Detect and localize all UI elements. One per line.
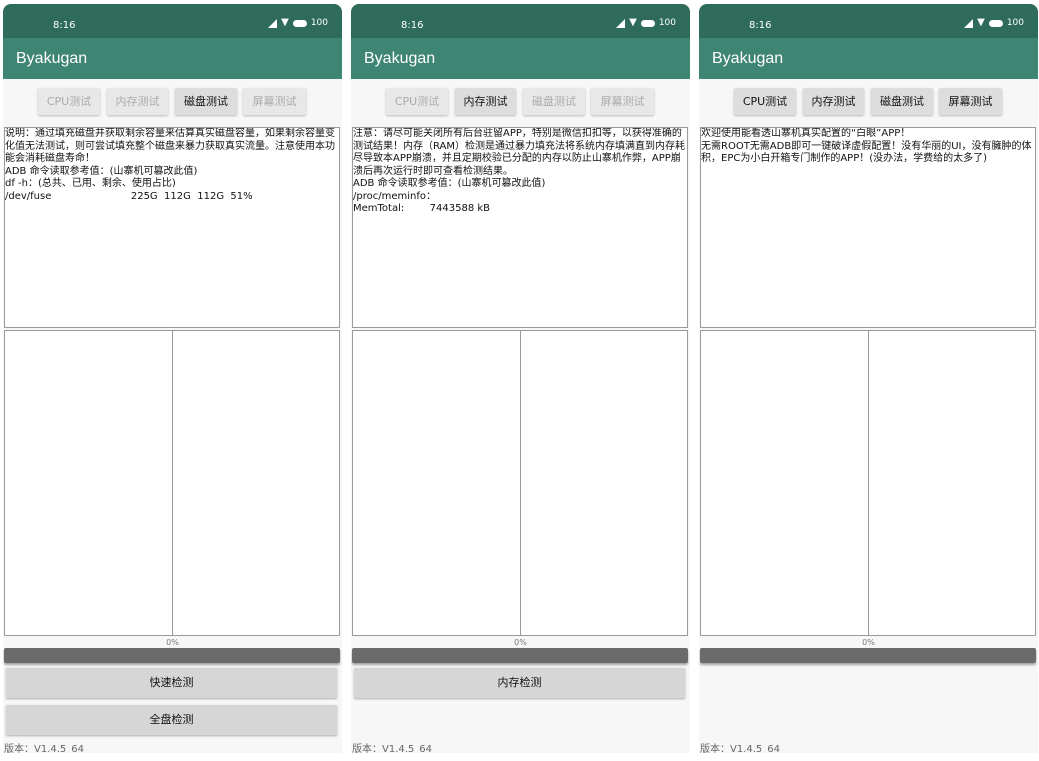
app-bar: Byakugan <box>699 38 1038 79</box>
app-bar: Byakugan <box>3 38 342 79</box>
info-line: /dev/fuse 225G 112G 112G 51% <box>5 190 253 202</box>
battery-level: 100 <box>310 18 328 28</box>
version-label: 版本：V1.4.5_64 <box>352 744 433 753</box>
tab-cpu[interactable]: CPU测试 <box>734 88 796 115</box>
tab-memory[interactable]: 内存测试 <box>803 88 864 115</box>
tab-screen[interactable]: 屏幕测试 <box>243 88 306 115</box>
cellular-signal-icon <box>964 18 974 28</box>
tab-disk[interactable]: 磁盘测试 <box>523 88 585 115</box>
full-disk-check-button[interactable]: 全盘检测 <box>6 705 337 735</box>
tab-cpu[interactable]: CPU测试 <box>386 88 448 115</box>
version-label: 版本：V1.4.5_64 <box>700 744 781 753</box>
info-text-area[interactable]: 欢迎使用能看透山寨机真实配置的“白眼”APP！ 无需ROOT无需ADB即可一键破… <box>700 127 1036 328</box>
battery-icon <box>640 19 655 27</box>
progress-bar <box>352 648 688 663</box>
info-line: 注意：请尽可能关闭所有后台驻留APP，特别是微信扣扣等，以获得准确的测试结果！内… <box>353 128 686 177</box>
info-line: ADB 命令读取参考值：(山寨机可篡改此值) <box>353 178 546 189</box>
tab-screen[interactable]: 屏幕测试 <box>591 88 654 115</box>
progress-bar <box>700 648 1036 663</box>
phone-screen-welcome: 8:16 ▼ 100 Byakugan CPU测试 内存测试 磁盘测试 屏幕测试… <box>699 4 1038 753</box>
wifi-icon: ▼ <box>629 17 637 28</box>
progress-percent: 0% <box>166 638 179 647</box>
progress-percent: 0% <box>514 638 527 647</box>
status-bar: 8:16 ▼ 100 <box>3 4 342 38</box>
info-line: /proc/meminfo： <box>353 190 436 202</box>
cellular-signal-icon <box>268 18 278 28</box>
tab-bar: CPU测试 内存测试 磁盘测试 屏幕测试 <box>699 79 1038 125</box>
app-title: Byakugan <box>364 50 436 67</box>
wifi-icon: ▼ <box>977 17 985 28</box>
info-line: df -h：(总共、已用、剩余、使用占比) <box>5 178 176 189</box>
result-grid <box>4 330 340 636</box>
grid-divider <box>172 331 173 635</box>
battery-icon <box>292 19 307 27</box>
info-line: 说明：通过填充磁盘并获取剩余容量来估算真实磁盘容量，如果剩余容量变化值无法测试，… <box>5 128 335 164</box>
tab-cpu[interactable]: CPU测试 <box>38 88 100 115</box>
result-grid <box>700 330 1036 636</box>
tab-disk[interactable]: 磁盘测试 <box>175 88 237 115</box>
memory-check-button[interactable]: 内存检测 <box>354 668 685 698</box>
grid-divider <box>868 331 869 635</box>
status-bar: 8:16 ▼ 100 <box>351 4 690 38</box>
app-title: Byakugan <box>712 50 784 67</box>
status-time: 8:16 <box>401 20 424 31</box>
status-time: 8:16 <box>749 20 772 31</box>
app-title: Byakugan <box>16 50 88 67</box>
tab-bar: CPU测试 内存测试 磁盘测试 屏幕测试 <box>351 79 690 125</box>
battery-level: 100 <box>658 18 676 28</box>
info-line: MemTotal: 7443588 kB <box>353 203 491 214</box>
info-line: 欢迎使用能看透山寨机真实配置的“白眼”APP！ <box>701 128 911 139</box>
version-label: 版本：V1.4.5_64 <box>4 744 85 753</box>
status-time: 8:16 <box>53 20 76 31</box>
tab-memory[interactable]: 内存测试 <box>107 88 168 115</box>
info-text-area[interactable]: 说明：通过填充磁盘并获取剩余容量来估算真实磁盘容量，如果剩余容量变化值无法测试，… <box>4 127 340 328</box>
wifi-icon: ▼ <box>281 17 289 28</box>
info-text-area[interactable]: 注意：请尽可能关闭所有后台驻留APP，特别是微信扣扣等，以获得准确的测试结果！内… <box>352 127 688 328</box>
info-line: ADB 命令读取参考值：(山寨机可篡改此值) <box>5 165 198 177</box>
cellular-signal-icon <box>616 18 626 28</box>
battery-icon <box>988 19 1003 27</box>
tab-disk[interactable]: 磁盘测试 <box>871 88 933 115</box>
progress-bar <box>4 648 340 663</box>
tab-bar: CPU测试 内存测试 磁盘测试 屏幕测试 <box>3 79 342 125</box>
quick-check-button[interactable]: 快速检测 <box>6 668 337 698</box>
app-bar: Byakugan <box>351 38 690 79</box>
tab-screen[interactable]: 屏幕测试 <box>939 88 1002 115</box>
phone-screen-disk: 8:16 ▼ 100 Byakugan CPU测试 内存测试 磁盘测试 屏幕测试… <box>3 4 342 753</box>
info-line: 无需ROOT无需ADB即可一键破译虚假配置！没有华丽的UI，没有臃肿的体积，EP… <box>701 140 1032 165</box>
grid-divider <box>520 331 521 635</box>
battery-level: 100 <box>1006 18 1024 28</box>
result-grid <box>352 330 688 636</box>
progress-percent: 0% <box>862 638 875 647</box>
tab-memory[interactable]: 内存测试 <box>455 88 516 115</box>
status-bar: 8:16 ▼ 100 <box>699 4 1038 38</box>
phone-screen-memory: 8:16 ▼ 100 Byakugan CPU测试 内存测试 磁盘测试 屏幕测试… <box>351 4 690 753</box>
